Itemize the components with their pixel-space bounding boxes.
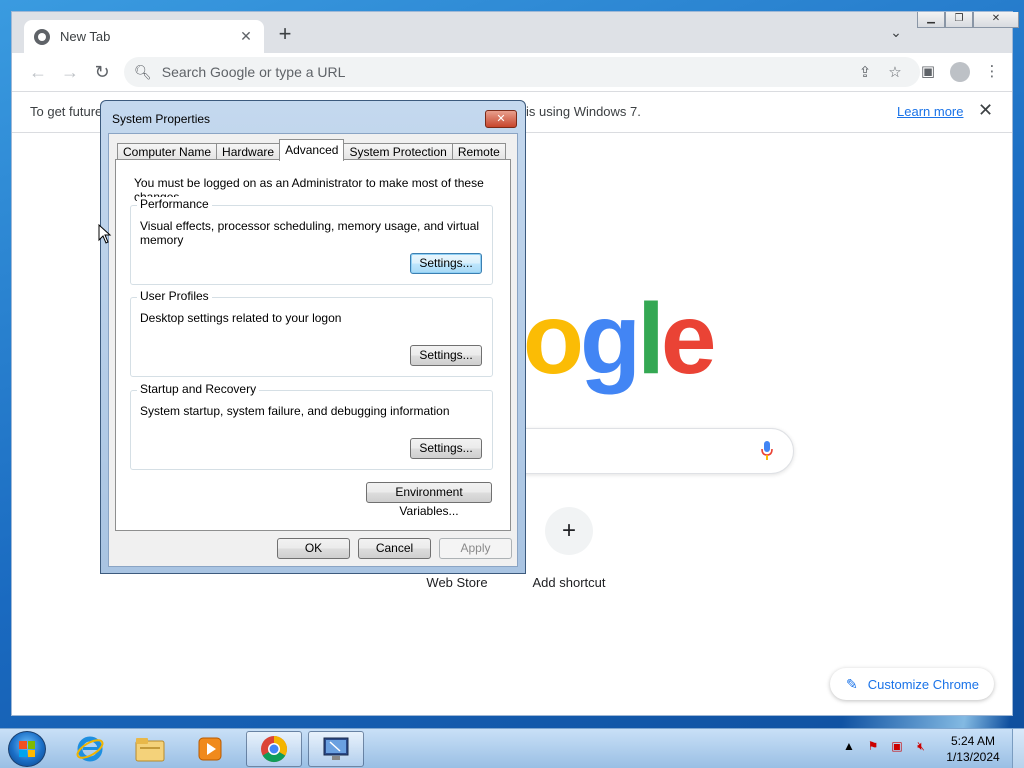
customize-label: Customize Chrome — [867, 676, 979, 692]
system-tray: ▲ ⚑ ▣ 🔇︎ — [840, 739, 930, 757]
minimize-button[interactable]: ▁ — [917, 12, 945, 28]
pencil-icon: ✎ — [846, 675, 858, 692]
dialog-body: Computer Name Hardware Advanced System P… — [108, 133, 518, 567]
shortcut-label: Web Store — [426, 575, 488, 590]
new-tab-button[interactable]: + — [274, 23, 296, 46]
chrome-icon — [261, 736, 288, 763]
action-center-flag-icon[interactable]: ⚑ — [864, 739, 882, 757]
volume-muted-icon[interactable]: 🔇︎ — [912, 739, 930, 757]
shortcut-add[interactable]: + Add shortcut — [513, 507, 625, 590]
user-profiles-settings-button[interactable]: Settings... — [410, 345, 482, 366]
plus-icon: + — [545, 507, 593, 555]
clock-date: 1/13/2024 — [946, 750, 1000, 764]
learn-more-link[interactable]: Learn more — [897, 104, 963, 119]
environment-variables-button[interactable]: Environment Variables... — [366, 482, 492, 518]
show-desktop-button[interactable] — [1012, 729, 1024, 768]
group-title: User Profiles — [137, 289, 212, 303]
profile-avatar-icon[interactable] — [950, 62, 970, 82]
network-icon[interactable]: ▣ — [888, 739, 906, 757]
taskbar-internet-explorer[interactable] — [62, 731, 118, 767]
system-properties-dialog: System Properties ✕ Computer Name Hardwa… — [100, 100, 526, 574]
reload-icon[interactable]: ↻ — [86, 56, 118, 88]
taskbar-file-explorer[interactable] — [122, 731, 178, 767]
omnibox[interactable]: 🔍︎ Search Google or type a URL ⇪ ☆ — [124, 57, 920, 87]
apply-button[interactable]: Apply — [439, 538, 512, 559]
logo-letter: e — [660, 283, 717, 395]
startup-recovery-group: Startup and Recovery System startup, sys… — [130, 382, 493, 470]
taskbar-clock[interactable]: 5:24 AM 1/13/2024 — [940, 733, 1006, 765]
group-title: Startup and Recovery — [137, 382, 260, 396]
file-explorer-icon — [135, 738, 165, 762]
side-panel-icon[interactable]: ▣ — [912, 57, 944, 87]
system-properties-icon — [323, 737, 349, 760]
dialog-title: System Properties — [112, 112, 211, 126]
startup-recovery-settings-button[interactable]: Settings... — [410, 438, 482, 459]
bookmark-star-icon[interactable]: ☆ — [880, 63, 910, 81]
window-close-button[interactable]: ✕ — [973, 12, 1019, 28]
infobar-message-right: is using Windows 7. — [526, 104, 641, 119]
menu-kebab-icon[interactable]: ⋮ — [976, 57, 1008, 87]
group-title: Performance — [137, 197, 212, 211]
group-description: Desktop settings related to your logon — [140, 311, 342, 325]
microphone-icon[interactable] — [761, 441, 773, 461]
performance-group: Performance Visual effects, processor sc… — [130, 197, 493, 285]
tab-new-tab[interactable]: New Tab ✕ — [24, 20, 264, 53]
performance-settings-button[interactable]: Settings... — [410, 253, 482, 274]
browser-toolbar: ← → ↻ 🔍︎ Search Google or type a URL ⇪ ☆… — [12, 53, 1012, 91]
back-arrow-icon[interactable]: ← — [22, 56, 54, 88]
toolbar-right: ▣ ⋮ — [912, 57, 1008, 87]
start-button[interactable] — [8, 731, 46, 767]
group-description: System startup, system failure, and debu… — [140, 404, 450, 418]
restore-button[interactable]: ❐ — [945, 12, 973, 28]
search-icon: 🔍︎ — [134, 63, 152, 80]
tab-search-chevron-icon[interactable]: ⌄ — [886, 24, 906, 44]
dialog-tabs: Computer Name Hardware Advanced System P… — [117, 139, 506, 161]
share-icon[interactable]: ⇪ — [850, 63, 880, 81]
tab-advanced[interactable]: Advanced — [279, 139, 345, 161]
shortcut-label: Add shortcut — [532, 575, 606, 590]
taskbar-system-properties[interactable] — [308, 731, 364, 767]
taskbar: ▲ ⚑ ▣ 🔇︎ 5:24 AM 1/13/2024 — [0, 728, 1024, 768]
tab-strip: New Tab ✕ + ⌄ ▁ ❐ ✕ — [12, 12, 1019, 53]
clock-time: 5:24 AM — [950, 734, 996, 748]
forward-arrow-icon[interactable]: → — [54, 56, 86, 88]
taskbar-chrome[interactable] — [246, 731, 302, 767]
infobar-close-icon[interactable]: ✕ — [978, 100, 993, 121]
mouse-pointer-icon — [98, 224, 112, 244]
chrome-favicon-icon — [34, 28, 50, 45]
customize-chrome-button[interactable]: ✎ Customize Chrome — [830, 668, 994, 700]
advanced-tab-panel: You must be logged on as an Administrato… — [115, 159, 511, 531]
user-profiles-group: User Profiles Desktop settings related t… — [130, 289, 493, 377]
logo-letter: l — [637, 283, 665, 395]
logo-letter: o — [522, 283, 584, 395]
group-description: Visual effects, processor scheduling, me… — [140, 219, 480, 247]
ok-button[interactable]: OK — [277, 538, 350, 559]
taskbar-media-player[interactable] — [182, 731, 238, 767]
tab-title: New Tab — [60, 29, 111, 44]
omnibox-placeholder: Search Google or type a URL — [161, 64, 346, 80]
infobar-message-left: To get future — [30, 104, 103, 119]
logo-letter: g — [579, 283, 641, 395]
tab-close-icon[interactable]: ✕ — [238, 28, 254, 45]
dialog-close-button[interactable]: ✕ — [485, 110, 517, 128]
cancel-button[interactable]: Cancel — [358, 538, 431, 559]
media-player-icon — [198, 737, 222, 761]
windows-flag-icon — [19, 741, 35, 757]
internet-explorer-icon — [76, 736, 104, 762]
window-controls: ▁ ❐ ✕ — [917, 12, 1019, 28]
show-hidden-icons-icon[interactable]: ▲ — [840, 739, 858, 757]
